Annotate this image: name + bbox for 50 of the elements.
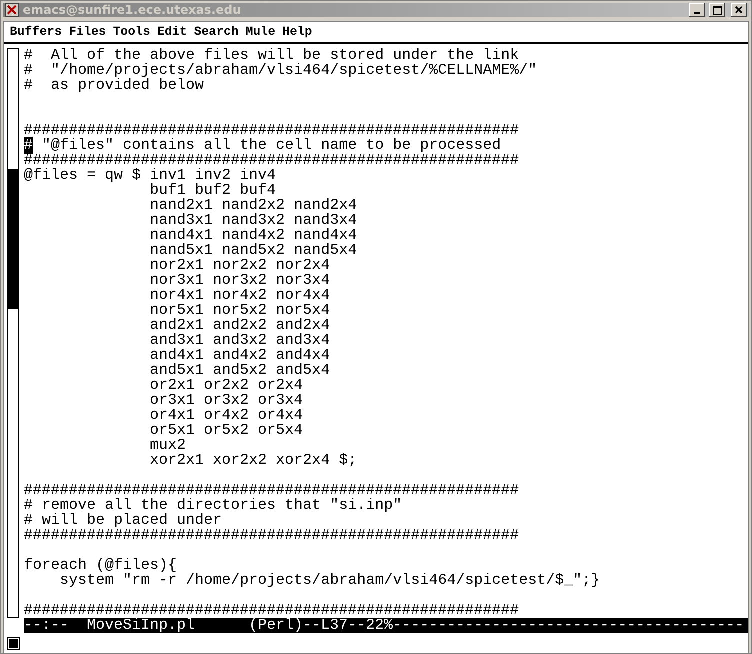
code-line: nor4x1 nor4x2 nor4x4 xyxy=(149,288,332,303)
menu-item[interactable]: Tools xyxy=(113,25,150,39)
code-line: foreach (@files){ xyxy=(24,558,178,573)
code-line: # will be placed under xyxy=(24,513,224,528)
code-line: and3x1 and3x2 and3x4 xyxy=(149,333,332,348)
code-line: nor5x1 nor5x2 nor5x4 xyxy=(149,303,332,318)
menu-item[interactable]: Mule xyxy=(246,25,276,39)
window-title: emacs@sunfire1.ece.utexas.edu xyxy=(23,3,242,17)
scroll-thumb[interactable] xyxy=(8,169,18,309)
menu-item[interactable]: Search xyxy=(194,25,239,39)
maximize-button[interactable] xyxy=(709,3,725,17)
code-line: or4x1 or4x2 or4x4 xyxy=(149,408,304,423)
code-line: or5x1 or5x2 or5x4 xyxy=(149,423,304,438)
code-line: xor2x1 xor2x2 xor2x4 $; xyxy=(149,453,358,468)
code-line: nor2x1 nor2x2 nor2x4 xyxy=(149,258,332,273)
code-line: # "/home/projects/abraham/vlsi464/spicetest/%CELLNAME%/" xyxy=(24,63,538,78)
minibuffer-cursor-icon xyxy=(7,636,20,650)
code-line: system "rm -r /home/projects/abraham/vlsi464/spicetest/$_";} xyxy=(59,573,602,588)
code-line: @files = qw $ inv1 inv2 inv4 xyxy=(24,168,278,183)
minimize-button[interactable] xyxy=(689,3,705,17)
close-button[interactable] xyxy=(731,3,747,17)
code-line: and2x1 and2x2 and2x4 xyxy=(149,318,332,333)
code-line: ####################################################### xyxy=(24,153,520,168)
menu-item[interactable]: Buffers xyxy=(10,25,62,39)
menu-item[interactable]: Files xyxy=(69,25,106,39)
menu-item[interactable]: Edit xyxy=(157,25,188,39)
code-line: nand5x1 nand5x2 nand5x4 xyxy=(149,243,358,258)
menu-item[interactable]: Help xyxy=(282,25,312,39)
app-icon xyxy=(5,3,19,17)
maximize-icon xyxy=(712,6,722,14)
code-line: ####################################################### xyxy=(24,603,520,618)
code-line: or2x1 or2x2 or2x4 xyxy=(149,378,304,393)
code-line: ####################################################### xyxy=(24,528,520,543)
code-line: nand4x1 nand4x2 nand4x4 xyxy=(149,228,358,243)
code-line: nor3x1 nor3x2 nor3x4 xyxy=(149,273,332,288)
close-icon xyxy=(735,6,743,14)
code-line: ####################################################### xyxy=(24,483,520,498)
code-line: # remove all the directories that "si.inp" xyxy=(24,498,404,513)
scroll-bar[interactable] xyxy=(7,48,19,618)
code-line: nand3x1 nand3x2 nand3x4 xyxy=(149,213,358,228)
code-line: # "@files" contains all the cell name to be processed xyxy=(24,138,502,153)
code-line: ####################################################### xyxy=(24,123,520,138)
code-line: buf1 buf2 buf4 xyxy=(149,183,276,198)
code-line: mux2 xyxy=(149,438,188,453)
code-line: and4x1 and4x2 and4x4 xyxy=(149,348,332,363)
code-line: nand2x1 nand2x2 nand2x4 xyxy=(149,198,358,213)
code-line: # as provided below xyxy=(24,78,204,93)
code-line: and5x1 and5x2 and5x4 xyxy=(149,363,332,378)
code-line: or3x1 or3x2 or3x4 xyxy=(149,393,304,408)
code-line: # All of the above files will be stored under the link xyxy=(24,48,520,63)
